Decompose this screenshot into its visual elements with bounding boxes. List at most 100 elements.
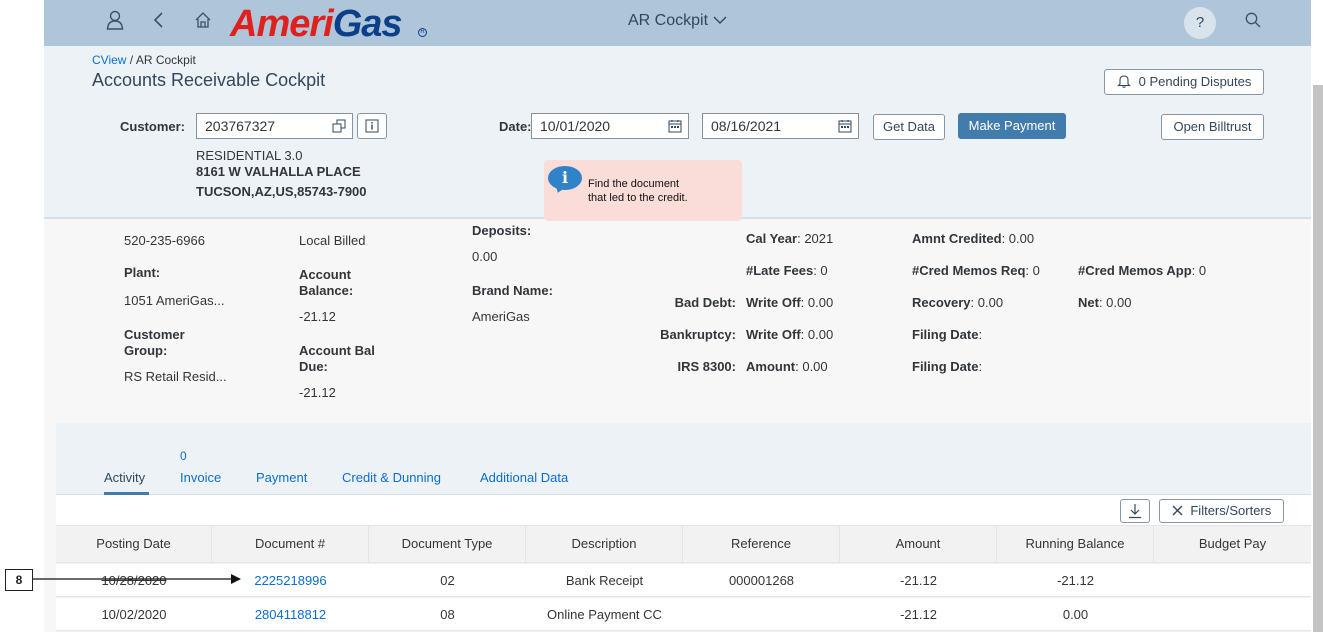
cell-budget-pay (1154, 564, 1311, 597)
step-callout: 8 (5, 569, 33, 591)
cell-amount: -21.12 (900, 607, 937, 622)
cell-description: Online Payment CC (547, 607, 662, 622)
user-icon[interactable] (102, 10, 128, 36)
irs-amount-label: Amount (746, 359, 796, 374)
breadcrumb-separator: / (126, 53, 136, 67)
cred-memos-req-label: #Cred Memos Req (912, 263, 1026, 278)
home-icon[interactable] (190, 10, 216, 36)
col-posting-date[interactable]: Posting Date (56, 525, 212, 563)
bell-icon (1117, 74, 1131, 89)
calendar-icon[interactable] (668, 114, 682, 141)
filing-date: Filing Date: (912, 327, 982, 342)
search-icon[interactable] (1240, 10, 1266, 36)
tab-invoice[interactable]: Invoice (180, 470, 221, 485)
col-document-number[interactable]: Document # (212, 525, 369, 563)
col-description[interactable]: Description (526, 525, 683, 563)
stage: AmeriGas R AR Cockpit ? CView / AR Cockp… (0, 0, 1323, 632)
app-title: AR Cockpit (628, 12, 709, 29)
col-document-type[interactable]: Document Type (369, 525, 526, 563)
calendar-icon[interactable] (838, 114, 852, 141)
customer-input[interactable]: 203767327 (196, 113, 353, 139)
filing-date-irs-label: Filing Date (912, 359, 979, 374)
cell-running-balance: 0.00 (1062, 607, 1089, 622)
hint-message-text: Find the document that led to the credit… (588, 177, 688, 205)
filing-date-irs-value: : (978, 359, 983, 374)
breadcrumb-link-cview[interactable]: CView (92, 53, 126, 67)
cal-year: Cal Year: 2021 (746, 231, 833, 246)
cred-memos-app: #Cred Memos App: 0 (1078, 263, 1206, 278)
deposits-value: 0.00 (472, 249, 498, 264)
cell-posting-date: 10/02/2020 (101, 607, 167, 622)
customer-group-value: RS Retail Resid... (124, 369, 227, 384)
download-icon (1128, 504, 1142, 522)
account-bal-due-label-2: Due: (299, 359, 328, 374)
hint-message: i Find the document that led to the cred… (544, 160, 742, 221)
write-off-value: : 0.00 (800, 295, 834, 310)
date-from-input[interactable]: 10/01/2020 (531, 113, 689, 139)
col-amount[interactable]: Amount (840, 525, 997, 563)
date-to-input[interactable]: 08/16/2021 (702, 113, 859, 139)
tab-credit-dunning[interactable]: Credit & Dunning (342, 470, 441, 485)
registered-mark: R (418, 28, 427, 37)
account-balance-label-1: Account (299, 267, 351, 282)
amnt-credited-label: Amnt Credited (912, 231, 1002, 246)
cell-document-type: 02 (440, 573, 455, 588)
cred-memos-req-value: : 0 (1025, 263, 1040, 278)
cell-document-link[interactable]: 2804118812 (212, 598, 369, 631)
write-off-bankruptcy-value: : 0.00 (800, 327, 834, 342)
copy-icon[interactable] (332, 114, 346, 141)
tab-payment[interactable]: Payment (256, 470, 307, 485)
late-fees-label: #Late Fees (746, 263, 814, 278)
page-title: Accounts Receivable Cockpit (92, 70, 326, 90)
phone-number: 520-235-6966 (124, 233, 205, 248)
date-from-value: 10/01/2020 (540, 118, 611, 134)
cell-description: Bank Receipt (565, 573, 644, 588)
cell-reference (683, 598, 840, 631)
cell-running-balance: -21.12 (1057, 573, 1094, 588)
tab-activity[interactable]: Activity (104, 470, 145, 485)
filters-sorters-button[interactable]: Filters/Sorters (1159, 499, 1284, 523)
amnt-credited-value: : 0.00 (1001, 231, 1035, 246)
help-button[interactable]: ? (1184, 7, 1216, 39)
invoice-count-badge: 0 (180, 449, 187, 463)
app-title-menu[interactable]: AR Cockpit (628, 12, 728, 30)
date-to-value: 08/16/2021 (711, 118, 782, 134)
net: Net: 0.00 (1078, 295, 1131, 310)
recovery-value: : 0.00 (970, 295, 1004, 310)
scrollbar-thumb[interactable] (1313, 85, 1323, 632)
write-off-bankruptcy: Write Off: 0.00 (746, 327, 833, 342)
open-billtrust-button[interactable]: Open Billtrust (1161, 114, 1264, 140)
close-icon (1172, 503, 1183, 518)
make-payment-button[interactable]: Make Payment (958, 113, 1066, 139)
pending-disputes-button[interactable]: 0 Pending Disputes (1104, 69, 1264, 95)
cred-memos-app-label: #Cred Memos App (1078, 263, 1192, 278)
amnt-credited: Amnt Credited: 0.00 (912, 231, 1034, 246)
shell-bar: AmeriGas R AR Cockpit ? (44, 0, 1311, 46)
customer-info-button[interactable] (357, 113, 387, 139)
recovery: Recovery: 0.00 (912, 295, 1003, 310)
customer-label: Customer: (120, 119, 186, 134)
write-off: Write Off: 0.00 (746, 295, 833, 310)
filters-sorters-label: Filters/Sorters (1190, 503, 1272, 518)
filing-date-irs: Filing Date: (912, 359, 982, 374)
amerigas-logo: AmeriGas (230, 3, 403, 45)
col-budget-pay[interactable]: Budget Pay (1154, 525, 1311, 563)
col-running-balance[interactable]: Running Balance (997, 525, 1154, 563)
account-balance-label-2: Balance: (299, 283, 354, 298)
write-off-bankruptcy-label: Write Off (746, 327, 801, 342)
back-icon[interactable] (146, 10, 172, 36)
local-billed: Local Billed (299, 233, 366, 248)
address-line-2: 8161 W VALHALLA PLACE (196, 164, 361, 179)
col-reference[interactable]: Reference (683, 525, 840, 563)
get-data-button[interactable]: Get Data (873, 114, 945, 140)
cell-amount: -21.12 (900, 573, 937, 588)
tab-additional-data[interactable]: Additional Data (480, 470, 568, 485)
download-button[interactable] (1120, 499, 1150, 523)
customer-group-label-1: Customer (124, 327, 185, 342)
cal-year-value: : 2021 (797, 231, 834, 246)
bankruptcy-label: Bankruptcy: (660, 327, 736, 342)
plant-label: Plant: (124, 265, 161, 280)
filing-date-value: : (978, 327, 983, 342)
late-fees: #Late Fees: 0 (746, 263, 828, 278)
net-label: Net (1078, 295, 1099, 310)
